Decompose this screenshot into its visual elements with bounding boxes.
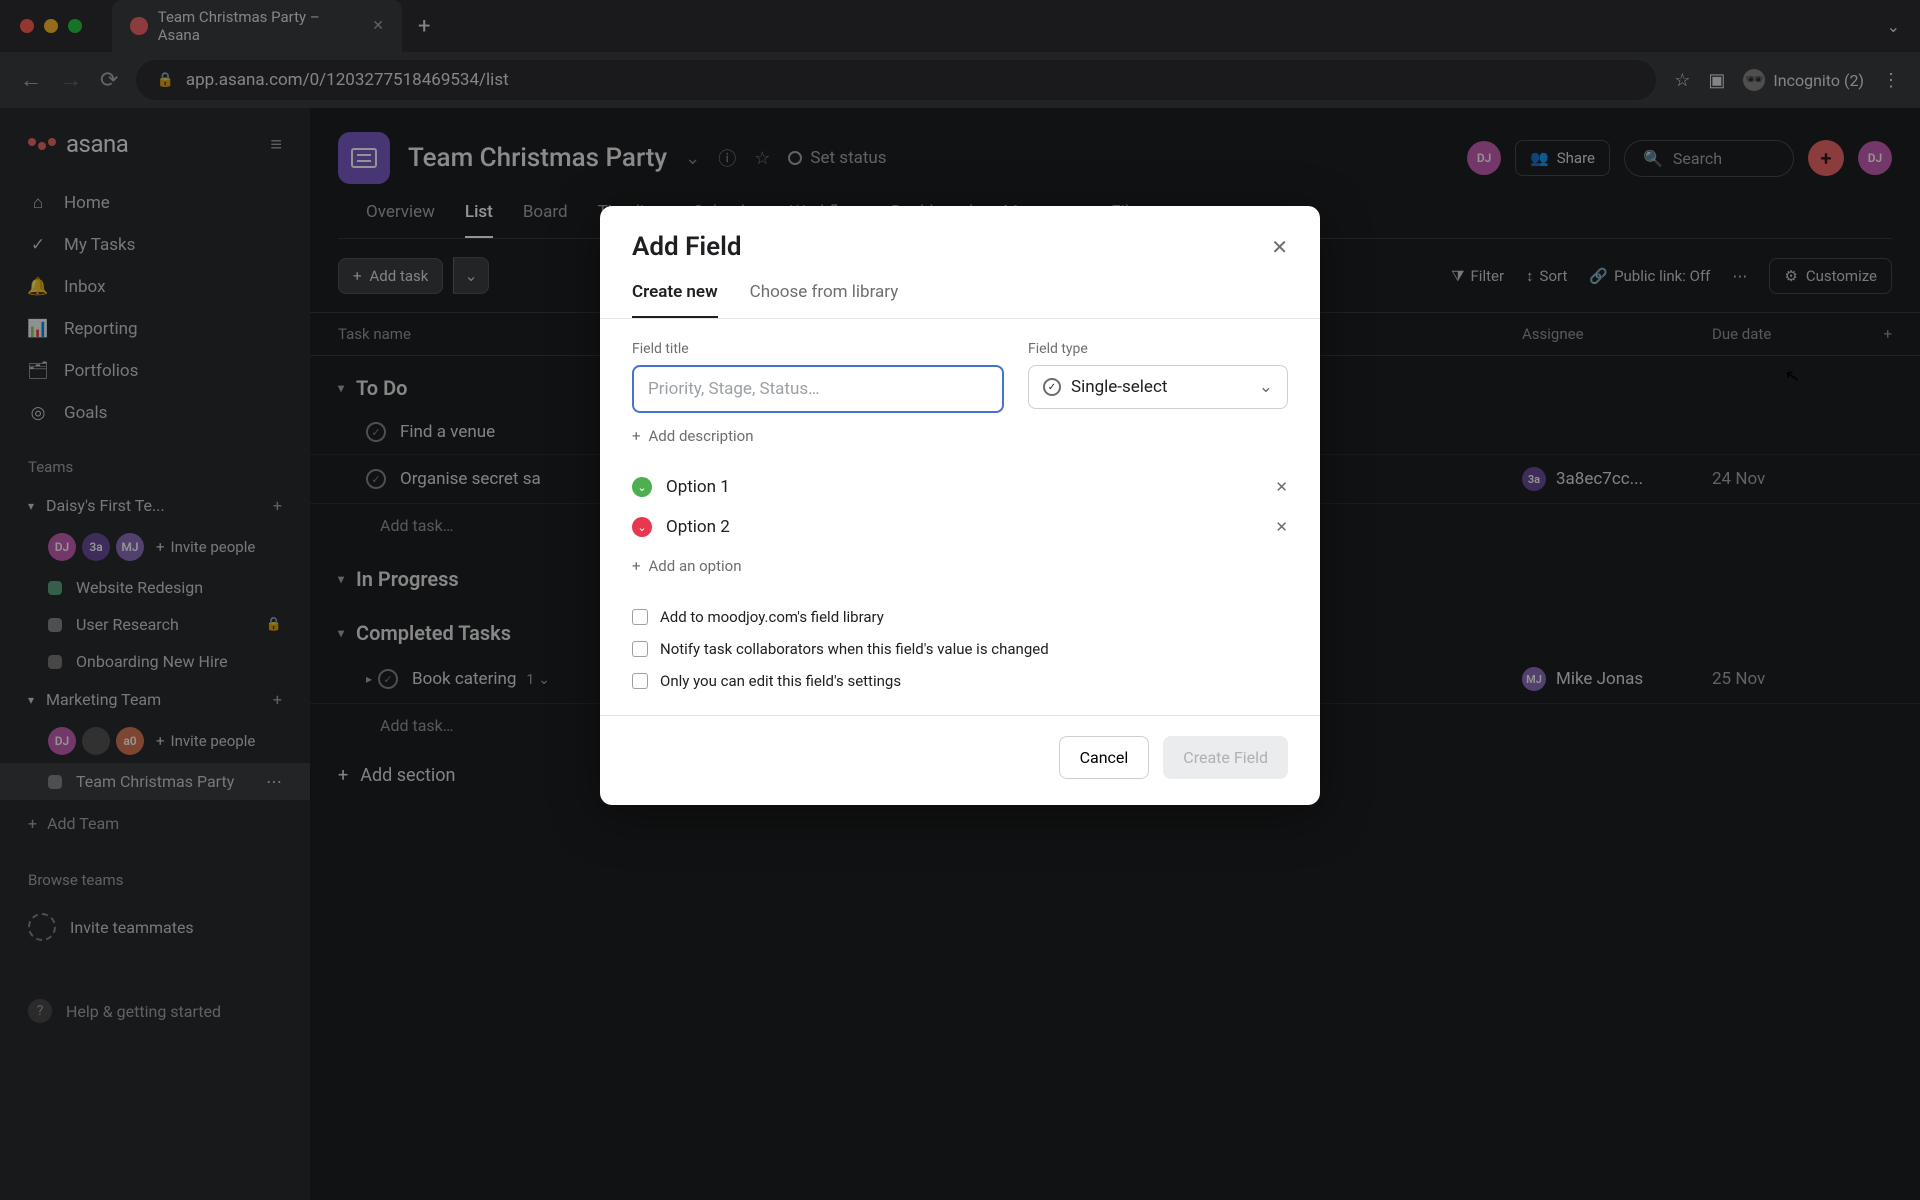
checkbox-add-to-library[interactable]: Add to moodjoy.com's field library (632, 601, 1288, 633)
option-label[interactable]: Option 1 (666, 477, 1261, 497)
field-type-select[interactable]: ✓ Single-select ⌄ (1028, 365, 1288, 409)
option-row-2[interactable]: ⌄ Option 2 ✕ (632, 507, 1288, 547)
checkbox-label: Notify task collaborators when this fiel… (660, 640, 1049, 658)
tab-choose-library[interactable]: Choose from library (750, 282, 899, 318)
modal-tabs: Create new Choose from library (600, 272, 1320, 319)
tab-create-new[interactable]: Create new (632, 282, 718, 318)
option-row-1[interactable]: ⌄ Option 1 ✕ (632, 467, 1288, 507)
field-type-label: Field type (1028, 341, 1288, 357)
cancel-button[interactable]: Cancel (1059, 736, 1150, 779)
checkbox-only-you-edit[interactable]: Only you can edit this field's settings (632, 665, 1288, 697)
plus-icon: + (632, 557, 641, 575)
modal-overlay[interactable]: Add Field ✕ Create new Choose from libra… (0, 0, 1920, 1200)
add-field-modal: Add Field ✕ Create new Choose from libra… (600, 206, 1320, 805)
modal-footer: Cancel Create Field (600, 715, 1320, 805)
checkbox-icon[interactable] (632, 641, 648, 657)
field-type-value: Single-select (1071, 377, 1167, 397)
checkbox-notify-collaborators[interactable]: Notify task collaborators when this fiel… (632, 633, 1288, 665)
modal-title: Add Field (632, 232, 742, 262)
chevron-down-icon: ⌄ (1259, 377, 1273, 397)
option-color-icon[interactable]: ⌄ (632, 477, 652, 497)
field-title-label: Field title (632, 341, 1004, 357)
add-description-label: Add description (649, 427, 754, 445)
plus-icon: + (632, 427, 641, 445)
option-label[interactable]: Option 2 (666, 517, 1261, 537)
close-modal-button[interactable]: ✕ (1271, 235, 1288, 259)
remove-option-icon[interactable]: ✕ (1275, 518, 1288, 536)
add-option-label: Add an option (649, 557, 742, 575)
remove-option-icon[interactable]: ✕ (1275, 478, 1288, 496)
single-select-icon: ✓ (1043, 378, 1061, 396)
field-title-input[interactable] (632, 365, 1004, 413)
checkbox-label: Only you can edit this field's settings (660, 672, 901, 690)
checkbox-icon[interactable] (632, 609, 648, 625)
add-option-button[interactable]: + Add an option (632, 547, 1288, 579)
checkbox-label: Add to moodjoy.com's field library (660, 608, 884, 626)
add-description-button[interactable]: + Add description (632, 427, 1288, 445)
create-field-button: Create Field (1163, 736, 1288, 779)
option-color-icon[interactable]: ⌄ (632, 517, 652, 537)
checkbox-icon[interactable] (632, 673, 648, 689)
